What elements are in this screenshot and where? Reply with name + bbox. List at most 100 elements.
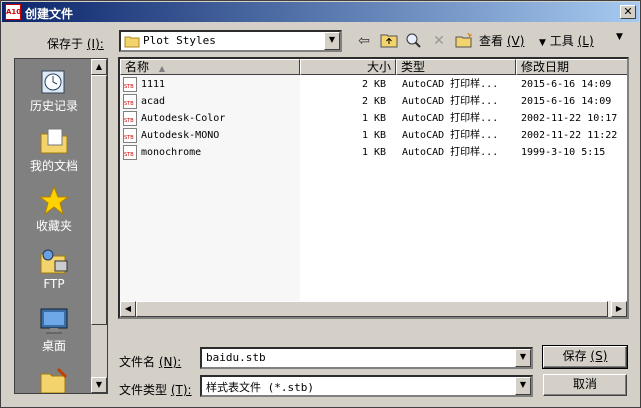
file-row[interactable]: 1111 2 KB AutoCAD 打印样... 2015-6-16 14:09 [120, 76, 627, 93]
view-label: 查看 [479, 34, 504, 48]
file-size: 2 KB [362, 96, 387, 107]
scroll-left-icon[interactable]: ◀ [120, 301, 136, 317]
filetype-value: 样式表文件 (*.stb) [206, 381, 314, 394]
file-row[interactable]: acad 2 KB AutoCAD 打印样... 2015-6-16 14:09 [120, 93, 627, 110]
history-icon [41, 70, 65, 94]
filename-text: 文件名 [119, 355, 156, 369]
file-name: monochrome [141, 147, 202, 158]
network-folder-icon [40, 367, 68, 393]
place-label: 收藏夹 [35, 219, 72, 233]
dialog-title: 创建文件 [25, 7, 74, 21]
column-size[interactable]: 大小 [300, 59, 396, 75]
save-in-dropdown[interactable]: Plot Styles ▼ [119, 30, 342, 52]
file-name: 1111 [141, 79, 166, 90]
file-name: acad [141, 96, 166, 107]
scroll-thumb[interactable] [91, 75, 107, 325]
stb-file-icon [123, 94, 137, 109]
delete-icon[interactable]: ✕ [429, 32, 449, 50]
scroll-right-icon[interactable]: ▶ [611, 301, 627, 317]
tools-menu[interactable]: ▼ 工具 (L) [539, 32, 594, 49]
save-in-key: (I): [86, 37, 104, 51]
place-desktop[interactable]: 桌面 [15, 305, 93, 354]
file-type: AutoCAD 打印样... [402, 130, 499, 141]
sort-ascending-icon: ▲ [158, 64, 165, 73]
chevron-down-icon[interactable]: ▼ [324, 32, 340, 50]
chevron-down-icon[interactable]: ▼ [515, 377, 531, 395]
folder-icon [124, 36, 140, 48]
save-in-text: 保存于 [47, 37, 84, 51]
file-row[interactable]: Autodesk-Color 1 KB AutoCAD 打印样... 2002-… [120, 110, 627, 127]
file-name: Autodesk-Color [141, 113, 226, 124]
stb-file-icon [123, 145, 137, 160]
file-modified: 2015-6-16 14:09 [521, 96, 612, 107]
ftp-icon [40, 249, 68, 274]
tools-label: 工具 [549, 34, 574, 48]
file-modified: 1999-3-10 5:15 [521, 147, 606, 158]
file-list: 名称 ▲ 大小 类型 修改日期 1111 2 KB AutoCAD 打印样...… [118, 57, 629, 319]
places-scrollbar[interactable]: ▲ ▼ [91, 59, 107, 393]
title-bar[interactable]: A10 创建文件 ✕ [2, 2, 639, 22]
filetype-text: 文件类型 [119, 383, 168, 397]
file-size: 1 KB [362, 130, 387, 141]
file-list-hscrollbar[interactable]: ◀ ▶ [120, 301, 627, 317]
file-modified: 2002-11-22 11:22 [521, 130, 618, 141]
cancel-button[interactable]: 取消 [543, 374, 627, 396]
save-button-key: (S) [590, 349, 608, 363]
file-size: 2 KB [362, 79, 387, 90]
stb-file-icon [123, 111, 137, 126]
file-size: 1 KB [362, 113, 387, 124]
stb-file-icon [123, 128, 137, 143]
filename-field[interactable]: baidu.stb ▼ [200, 347, 533, 369]
place-favorites[interactable]: 收藏夹 [15, 185, 93, 234]
file-size: 1 KB [362, 147, 387, 158]
my-documents-icon [40, 128, 68, 154]
places-bar: 历史记录 我的文档 收藏夹 FTP 桌面 ▲ ▼ [14, 58, 108, 394]
save-button[interactable]: 保存 (S) [542, 345, 628, 369]
chevron-down-icon: ▼ [539, 38, 546, 48]
view-key: (V) [506, 34, 525, 48]
save-dialog: A10 创建文件 ✕ 保存于 (I): Plot Styles ▼ ⇦ ✕ 查看… [0, 0, 641, 408]
autocad-app-icon: A10 [5, 4, 21, 20]
filename-key: (N): [158, 355, 182, 369]
place-label: 桌面 [41, 339, 66, 353]
column-modified[interactable]: 修改日期 [516, 59, 627, 75]
file-row[interactable]: Autodesk-MONO 1 KB AutoCAD 打印样... 2002-1… [120, 127, 627, 144]
desktop-icon [40, 308, 68, 334]
back-icon[interactable]: ⇦ [354, 32, 374, 50]
file-modified: 2015-6-16 14:09 [521, 79, 612, 90]
save-button-label: 保存 [562, 349, 587, 363]
tools-dropdown-arrow[interactable]: ▼ [616, 32, 623, 42]
filename-value: baidu.stb [206, 351, 266, 364]
scroll-up-icon[interactable]: ▲ [91, 59, 107, 75]
tools-key: (L) [577, 34, 594, 48]
current-folder: Plot Styles [143, 34, 216, 47]
file-type: AutoCAD 打印样... [402, 147, 499, 158]
file-type: AutoCAD 打印样... [402, 96, 499, 107]
filetype-label: 文件类型 (T): [119, 381, 192, 398]
place-my-documents[interactable]: 我的文档 [15, 125, 93, 174]
view-menu[interactable]: 查看 (V) [479, 32, 524, 49]
place-ftp[interactable]: FTP [15, 245, 93, 291]
hscroll-thumb[interactable] [136, 301, 608, 317]
chevron-down-icon[interactable]: ▼ [515, 349, 531, 367]
place-history[interactable]: 历史记录 [15, 65, 93, 114]
search-web-icon[interactable] [404, 32, 424, 50]
column-type[interactable]: 类型 [396, 59, 516, 75]
place-more[interactable] [15, 365, 93, 393]
scroll-down-icon[interactable]: ▼ [91, 377, 107, 393]
up-folder-icon[interactable] [379, 32, 399, 50]
place-label: 我的文档 [29, 159, 78, 173]
filetype-key: (T): [170, 383, 192, 397]
file-row[interactable]: monochrome 1 KB AutoCAD 打印样... 1999-3-10… [120, 144, 627, 161]
stb-file-icon [123, 77, 137, 92]
new-folder-icon[interactable] [454, 32, 474, 50]
filename-label: 文件名 (N): [119, 353, 181, 370]
close-button[interactable]: ✕ [620, 5, 636, 19]
file-type: AutoCAD 打印样... [402, 113, 499, 124]
save-in-label: 保存于 (I): [47, 35, 104, 52]
file-type: AutoCAD 打印样... [402, 79, 499, 90]
column-name-label: 名称 [125, 60, 150, 74]
place-label: 历史记录 [29, 99, 78, 113]
filetype-dropdown[interactable]: 样式表文件 (*.stb) ▼ [200, 375, 533, 397]
column-name[interactable]: 名称 ▲ [120, 59, 300, 75]
